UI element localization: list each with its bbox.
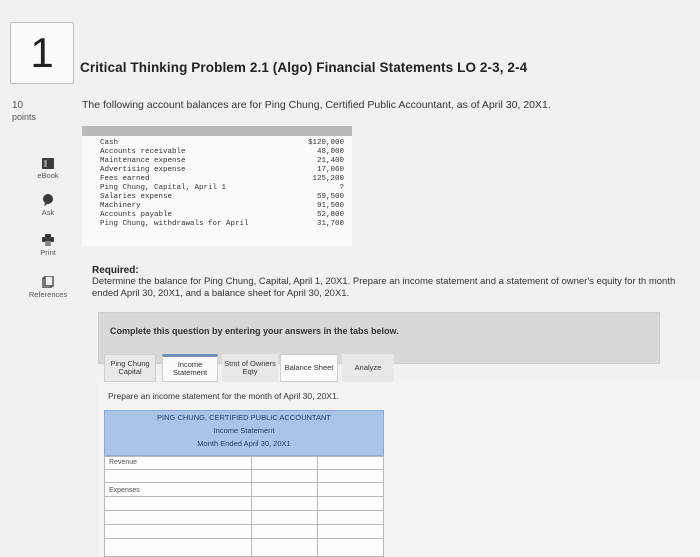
account-name: Ping Chung, withdrawals for April bbox=[100, 220, 249, 228]
tab-label: Income Statement bbox=[172, 360, 208, 377]
expense-account-input[interactable] bbox=[106, 539, 250, 551]
account-name: Ping Chung, Capital, April 1 bbox=[100, 184, 227, 192]
ebook-button[interactable]: eBook bbox=[18, 158, 78, 180]
expense-account-input[interactable] bbox=[106, 511, 250, 523]
required-text: Determine the balance for Ping Chung, Ca… bbox=[92, 276, 676, 299]
ebook-label: eBook bbox=[37, 171, 59, 180]
tab-label: Ping Chung Capital bbox=[110, 359, 150, 376]
required-heading: Required: bbox=[92, 265, 139, 276]
tab-label: Balance Sheet bbox=[284, 363, 334, 372]
account-amount: 59,500 bbox=[316, 193, 344, 201]
ask-label: Ask bbox=[41, 208, 55, 217]
account-name: Accounts receivable bbox=[100, 148, 186, 156]
account-name: Cash bbox=[100, 139, 119, 147]
account-amount: 52,800 bbox=[316, 211, 344, 219]
table-header-bar bbox=[82, 126, 352, 136]
expenses-label: Expenses bbox=[109, 487, 140, 494]
account-name: Advertising expense bbox=[100, 166, 186, 174]
table-row: Machinery 91,500 bbox=[100, 202, 346, 211]
expense-account-input[interactable] bbox=[106, 497, 250, 509]
references-button[interactable]: References bbox=[18, 276, 78, 299]
account-name: Salaries expense bbox=[100, 193, 173, 201]
problem-title: Critical Thinking Problem 2.1 (Algo) Fin… bbox=[80, 60, 528, 75]
account-name: Machinery bbox=[100, 202, 141, 210]
tab-label: Analyze bbox=[354, 363, 382, 372]
revenue-account-input[interactable] bbox=[106, 470, 250, 481]
expense-amount-input[interactable] bbox=[252, 539, 316, 551]
expense-account-input[interactable] bbox=[106, 525, 250, 537]
points-value: 10 bbox=[12, 100, 24, 111]
book-icon bbox=[42, 158, 54, 169]
table-row: Ping Chung, withdrawals for April 31,700 bbox=[100, 220, 346, 229]
table-row: Ping Chung, Capital, April 1? bbox=[100, 184, 346, 193]
account-balances-table: Cash $120,000 Accounts receivable 48,000 M… bbox=[82, 126, 352, 246]
account-amount: 91,500 bbox=[316, 202, 344, 210]
worksheet-period: Month Ended April 30, 20X1 bbox=[197, 439, 291, 448]
table-row: Maintenance expense 21,400 bbox=[100, 157, 346, 166]
table-row: Advertising expense 17,060 bbox=[100, 166, 346, 175]
table-row: Cash $120,000 bbox=[100, 139, 346, 148]
table-row: Accounts receivable 48,000 bbox=[100, 148, 346, 157]
points-label: points bbox=[12, 112, 37, 122]
question-number-badge: 1 bbox=[10, 22, 74, 84]
account-amount: 17,060 bbox=[316, 166, 344, 174]
worksheet-company: PING CHUNG, CERTIFIED PUBLIC ACCOUNTANT bbox=[157, 413, 331, 422]
expense-amount-input[interactable] bbox=[252, 511, 316, 523]
table-row: Accounts payable 52,800 bbox=[100, 211, 346, 220]
tab-analyze[interactable]: Analyze bbox=[342, 354, 394, 382]
table-row: Fees earned 125,200 bbox=[100, 175, 346, 184]
account-amount: 31,700 bbox=[316, 220, 344, 228]
account-amount: ? bbox=[339, 184, 344, 192]
account-name: Accounts payable bbox=[100, 211, 173, 219]
account-amount: 125,200 bbox=[312, 175, 344, 183]
answer-instruction: Complete this question by entering your … bbox=[110, 326, 399, 336]
tab-ping-chung-capital[interactable]: Ping Chung Capital bbox=[104, 354, 156, 382]
expense-amount-input[interactable] bbox=[252, 525, 316, 537]
tab-instruction: Prepare an income statement for the mont… bbox=[108, 391, 340, 401]
printer-icon bbox=[42, 234, 54, 246]
expense-amount-input[interactable] bbox=[252, 497, 316, 509]
revenue-label: Revenue bbox=[109, 459, 138, 466]
worksheet-statement: Income Statement bbox=[213, 426, 275, 435]
tab-income-statement[interactable]: Income Statement bbox=[162, 354, 218, 382]
ask-button[interactable]: Ask bbox=[18, 194, 78, 217]
references-icon bbox=[42, 276, 54, 288]
tab-balance-sheet[interactable]: Balance Sheet bbox=[280, 354, 338, 382]
print-label: Print bbox=[40, 248, 56, 257]
tab-stmt-owners-equity[interactable]: Stmt of Owners Eqty bbox=[222, 354, 278, 382]
account-amount: 21,400 bbox=[316, 157, 344, 165]
account-name: Fees earned bbox=[100, 175, 150, 183]
tab-label: Stmt of Owners Eqty bbox=[224, 359, 276, 376]
chat-icon bbox=[43, 194, 53, 206]
account-name: Maintenance expense bbox=[100, 157, 186, 165]
print-button[interactable]: Print bbox=[18, 234, 78, 257]
references-label: References bbox=[28, 290, 68, 299]
revenue-amount-input[interactable] bbox=[318, 470, 383, 481]
account-amount: 48,000 bbox=[316, 148, 344, 156]
problem-intro: The following account balances are for P… bbox=[82, 99, 551, 111]
worksheet-grid: Revenue Expenses bbox=[104, 456, 384, 557]
table-row: Salaries expense 59,500 bbox=[100, 193, 346, 202]
row-divider bbox=[105, 482, 383, 483]
account-amount: $120,000 bbox=[307, 139, 344, 147]
